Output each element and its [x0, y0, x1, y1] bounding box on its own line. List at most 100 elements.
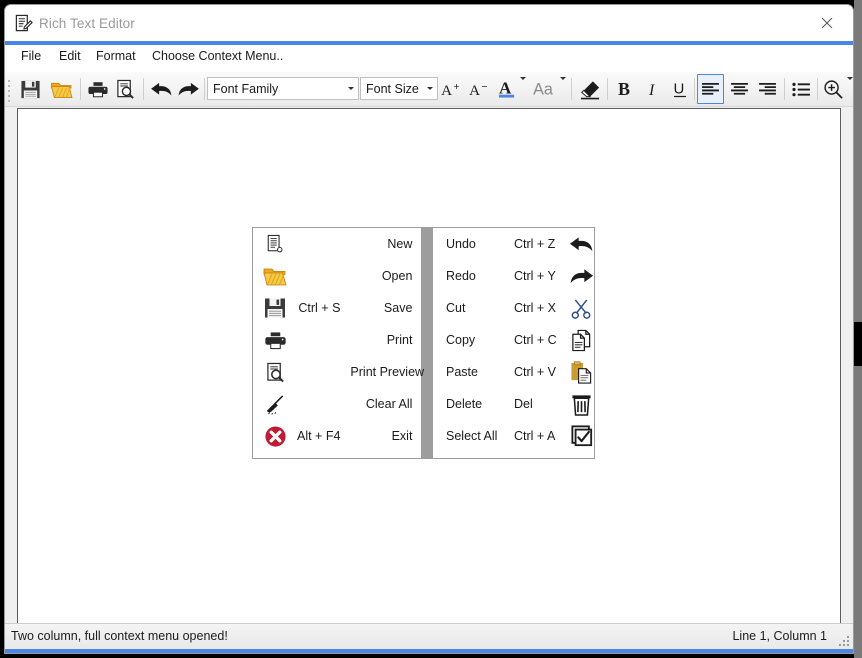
change-case-dropdown[interactable]: [557, 74, 569, 104]
zoom-button[interactable]: [820, 74, 846, 104]
a-minus-icon: A −: [469, 81, 492, 98]
print-preview-icon: [253, 362, 297, 383]
context-menu-item-print-preview[interactable]: Print Preview: [253, 356, 424, 388]
checkbox-checked-icon: [569, 425, 594, 447]
svg-text:Aa: Aa: [533, 80, 553, 98]
toolbar-separator: [143, 78, 144, 100]
context-menu-item-paste[interactable]: Paste Ctrl + V: [433, 356, 594, 388]
font-size-value: Font Size: [366, 81, 419, 96]
trash-can-icon: [569, 393, 594, 416]
toolbar-separator: [571, 78, 572, 100]
window-title: Rich Text Editor: [39, 16, 135, 31]
italic-icon: I: [647, 79, 659, 99]
print-button[interactable]: [84, 74, 112, 104]
context-menu-item-exit[interactable]: Alt + F4 Exit: [253, 420, 421, 452]
context-menu-column-divider: [421, 228, 433, 458]
context-menu-label: Undo: [446, 237, 476, 251]
context-menu-shortcut: Ctrl + X: [514, 301, 557, 315]
context-menu-item-new[interactable]: New: [253, 228, 421, 260]
menu-edit[interactable]: Edit: [56, 49, 84, 68]
zoom-dropdown[interactable]: [845, 74, 853, 104]
toolbar: Font Family Font Size A + A − A Aa B I U: [5, 72, 853, 107]
print-preview-icon: [116, 79, 135, 100]
chevron-down-icon: [520, 77, 526, 98]
context-menu-shortcut: Ctrl + Z: [514, 237, 556, 251]
context-menu-shortcut: Del: [514, 397, 533, 411]
context-menu-item-select-all[interactable]: Select All Ctrl + A: [433, 420, 594, 452]
context-menu-shortcut: Ctrl + C: [514, 333, 557, 347]
context-menu-label: Save: [383, 301, 413, 315]
font-family-select[interactable]: Font Family: [207, 77, 359, 100]
redo-arrow-icon: [569, 268, 594, 285]
toolbar-separator: [204, 78, 205, 100]
align-left-button[interactable]: [697, 74, 724, 104]
bold-button[interactable]: B: [611, 74, 638, 104]
scissors-icon: [569, 298, 594, 319]
align-right-button[interactable]: [754, 74, 781, 104]
copy-pages-icon: [569, 329, 594, 352]
redo-button[interactable]: [173, 74, 203, 104]
eraser-icon: [580, 79, 601, 100]
save-button[interactable]: [15, 74, 45, 104]
menu-file[interactable]: File: [18, 49, 44, 68]
folder-open-icon: [50, 79, 73, 100]
floppy-disk-icon: [253, 297, 297, 319]
toolbar-separator: [607, 78, 608, 100]
document-pencil-icon: [14, 14, 33, 33]
context-menu-label: Clear All: [365, 397, 413, 411]
printer-icon: [253, 331, 297, 350]
toolbar-separator: [694, 78, 695, 100]
close-button[interactable]: [805, 5, 849, 40]
font-family-value: Font Family: [213, 81, 279, 96]
status-accent-rule: [5, 649, 853, 653]
context-menu-item-redo[interactable]: Redo Ctrl + Y: [433, 260, 594, 292]
menu-format[interactable]: Format: [93, 49, 139, 68]
context-menu-label: Redo: [446, 269, 476, 283]
resize-grip[interactable]: [836, 633, 849, 646]
svg-text:A: A: [469, 83, 480, 98]
increase-font-size-button[interactable]: A +: [439, 74, 465, 104]
chevron-down-icon: [847, 77, 853, 98]
context-menu-item-print[interactable]: Print: [253, 324, 421, 356]
context-menu-item-copy[interactable]: Copy Ctrl + C: [433, 324, 594, 356]
undo-button[interactable]: [146, 74, 176, 104]
menu-choose-context-menu[interactable]: Choose Context Menu..: [149, 49, 286, 68]
underline-button[interactable]: U: [666, 74, 693, 104]
context-menu-item-clear-all[interactable]: Clear All: [253, 388, 421, 420]
toolbar-grip[interactable]: [8, 80, 11, 102]
context-menu-label: Open: [381, 269, 413, 283]
context-menu-item-delete[interactable]: Delete Del: [433, 388, 594, 420]
status-bar: Two column, full context menu opened! Li…: [5, 623, 853, 649]
decrease-font-size-button[interactable]: A −: [467, 74, 493, 104]
font-color-a-icon: A: [498, 79, 517, 100]
chevron-down-icon: [343, 87, 358, 90]
open-button[interactable]: [46, 74, 76, 104]
font-color-button[interactable]: A: [495, 74, 519, 104]
context-menu-item-open[interactable]: Open: [253, 260, 421, 292]
svg-text:B: B: [618, 79, 630, 99]
font-size-select[interactable]: Font Size: [360, 77, 438, 100]
italic-button[interactable]: I: [639, 74, 666, 104]
print-preview-button[interactable]: [111, 74, 139, 104]
bullet-list-icon: [792, 82, 811, 97]
context-menu-item-save[interactable]: Ctrl + S Save: [253, 292, 421, 324]
context-menu-item-undo[interactable]: Undo Ctrl + Z: [433, 228, 594, 260]
toolbar-separator: [817, 78, 818, 100]
context-menu-shortcut: Ctrl + Y: [514, 269, 556, 283]
chevron-down-icon: [422, 87, 437, 90]
context-menu-label: New: [387, 237, 413, 251]
bullet-list-button[interactable]: [788, 74, 815, 104]
context-menu-item-cut[interactable]: Cut Ctrl + X: [433, 292, 594, 324]
align-center-button[interactable]: [726, 74, 753, 104]
svg-text:U: U: [673, 81, 684, 98]
change-case-button[interactable]: Aa: [531, 74, 559, 104]
context-menu-label: Select All: [446, 429, 498, 443]
new-document-icon: [253, 234, 297, 254]
svg-text:I: I: [648, 82, 655, 99]
context-menu-shortcut: Alt + F4: [297, 429, 341, 443]
context-menu-shortcut: Ctrl + V: [514, 365, 557, 379]
floppy-disk-icon: [20, 79, 41, 100]
font-color-dropdown[interactable]: [517, 74, 529, 104]
clear-formatting-button[interactable]: [575, 74, 605, 104]
window-right-edge-dark-segment: [854, 322, 862, 366]
